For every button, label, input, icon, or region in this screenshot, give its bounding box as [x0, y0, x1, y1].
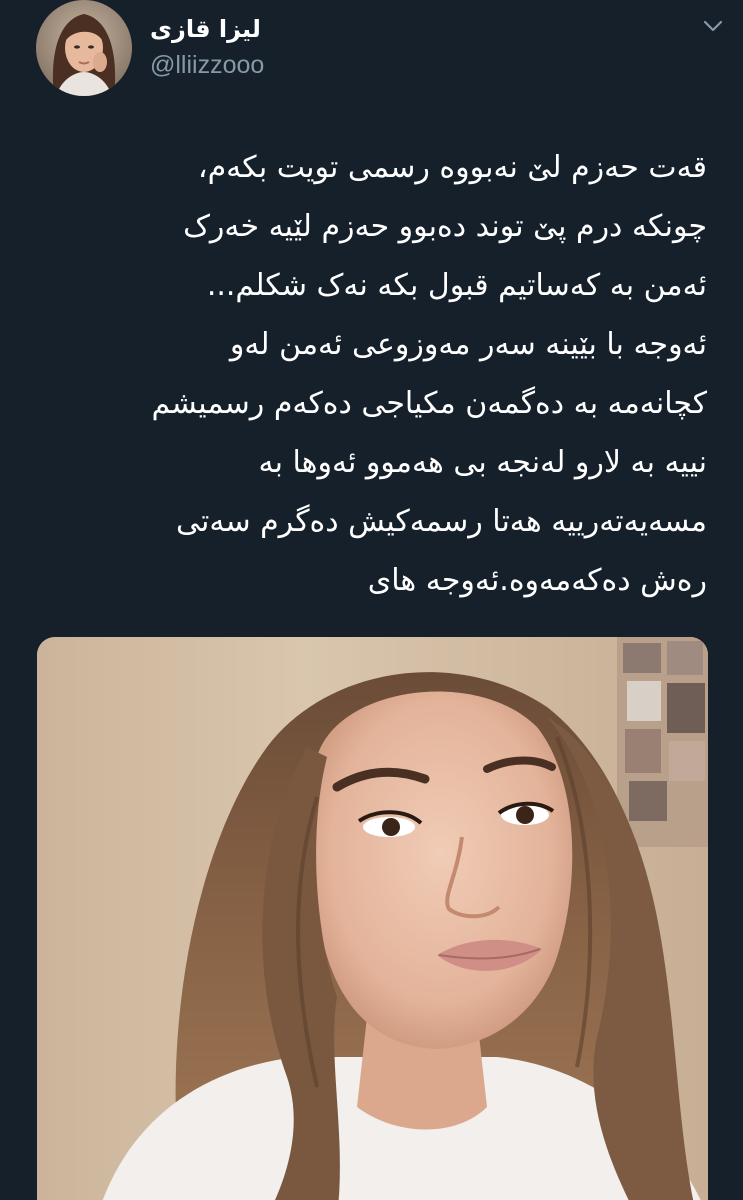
tweet-photo[interactable] [37, 637, 708, 1200]
tweet-text: قەت حەزم لێ نەبووە رسمی تویت بکەم، چونکە… [30, 138, 707, 610]
tweet-text-line: رەش دەکەمەوە.ئەوجە های [367, 563, 707, 598]
avatar[interactable] [36, 0, 132, 96]
author-display-name[interactable]: ليزا قازى [150, 14, 264, 44]
tweet-text-line: قەت حەزم لێ نەبووە رسمی تویت بکەم، [197, 150, 707, 185]
tweet-header: ليزا قازى @lliizzooo [0, 0, 743, 100]
tweet-text-line: نییە بە لارو لەنجە بی هەموو ئەوها بە [258, 445, 707, 480]
selfie-image [37, 637, 708, 1200]
tweet-text-line: مسەیەتەرییە هەتا رسمەکیش دەگرم سەتی [176, 504, 707, 539]
avatar-image [36, 0, 132, 96]
tweet-text-line: ئەوجە با بێینە سەر مەوزوعی ئەمن لەو [229, 327, 707, 362]
author-block[interactable]: ليزا قازى @lliizzooo [150, 14, 264, 80]
tweet-text-line: کچانەمە بە دەگمەن مکیاجی دەکەم رسمیشم [151, 386, 707, 421]
author-handle[interactable]: @lliizzooo [150, 50, 264, 80]
tweet-text-line: ئەمن بە کەساتیم قبول بکە نەک شکلم... [206, 268, 707, 303]
chevron-down-icon[interactable] [701, 14, 725, 38]
tweet-text-line: چونکە درم پێ توند دەبوو حەزم لێیە خەرک [183, 209, 707, 244]
tweet-card: ليزا قازى @lliizzooo قەت حەزم لێ نەبووە … [0, 0, 743, 1200]
